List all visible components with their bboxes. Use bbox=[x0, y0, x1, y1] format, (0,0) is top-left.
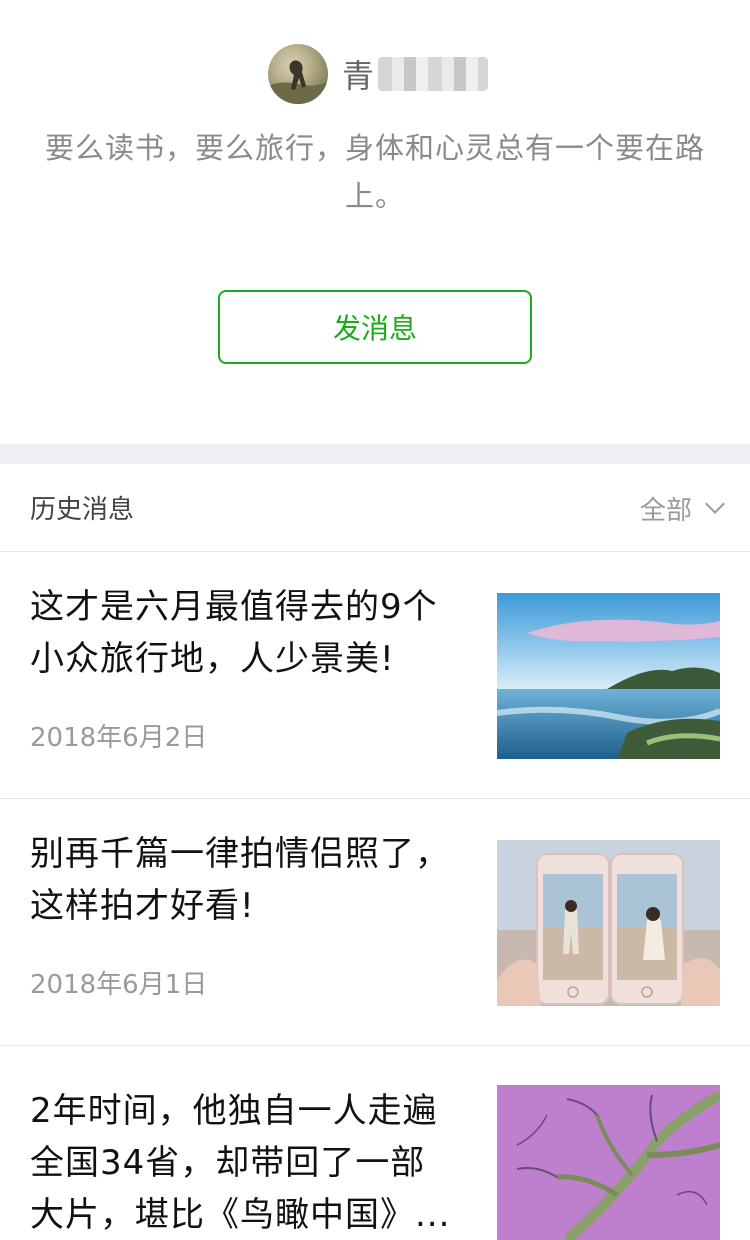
article-item[interactable]: 别再千篇一律拍情侣照了，这样拍才好看! 2018年6月1日 bbox=[0, 800, 750, 1046]
profile-header: 青 要么读书，要么旅行，身体和心灵总有一个要在路上。 发消息 bbox=[0, 0, 750, 444]
article-title: 别再千篇一律拍情侣照了，这样拍才好看! bbox=[30, 834, 450, 926]
couple-phones-photo bbox=[497, 840, 720, 1006]
article-title: 这才是六月最值得去的9个小众旅行地，人少景美! bbox=[30, 587, 438, 679]
history-header: 历史消息 全部 bbox=[0, 464, 750, 552]
chevron-down-icon bbox=[705, 494, 725, 514]
history-title: 历史消息 bbox=[30, 495, 135, 525]
article-date: 2018年6月1日 bbox=[30, 970, 208, 1000]
send-message-button[interactable]: 发消息 bbox=[218, 290, 532, 364]
aerial-delta-photo bbox=[497, 1085, 720, 1240]
account-name-text: 青 bbox=[342, 57, 375, 95]
article-thumbnail bbox=[497, 593, 720, 759]
account-name: 青 bbox=[342, 54, 489, 95]
avatar[interactable] bbox=[268, 44, 328, 104]
profile-bio: 要么读书，要么旅行，身体和心灵总有一个要在路上。 bbox=[44, 131, 705, 213]
section-separator bbox=[0, 444, 750, 464]
blurred-name bbox=[378, 57, 489, 91]
history-filter[interactable]: 全部 bbox=[639, 464, 725, 552]
article-thumbnail bbox=[497, 840, 720, 1006]
filter-label: 全部 bbox=[639, 495, 692, 526]
article-thumbnail bbox=[497, 1085, 720, 1240]
coastline-photo bbox=[497, 593, 720, 759]
article-title: 2年时间，他独自一人走遍全国34省，却带回了一部大片，堪比《鸟瞰中国》... bbox=[30, 1091, 451, 1235]
article-item[interactable]: 2年时间，他独自一人走遍全国34省，却带回了一部大片，堪比《鸟瞰中国》... bbox=[0, 1047, 750, 1240]
article-date: 2018年6月2日 bbox=[30, 723, 208, 753]
avatar-photo bbox=[268, 60, 328, 104]
profile-row: 青 bbox=[268, 44, 489, 104]
article-item[interactable]: 这才是六月最值得去的9个小众旅行地，人少景美! 2018年6月2日 bbox=[0, 553, 750, 799]
